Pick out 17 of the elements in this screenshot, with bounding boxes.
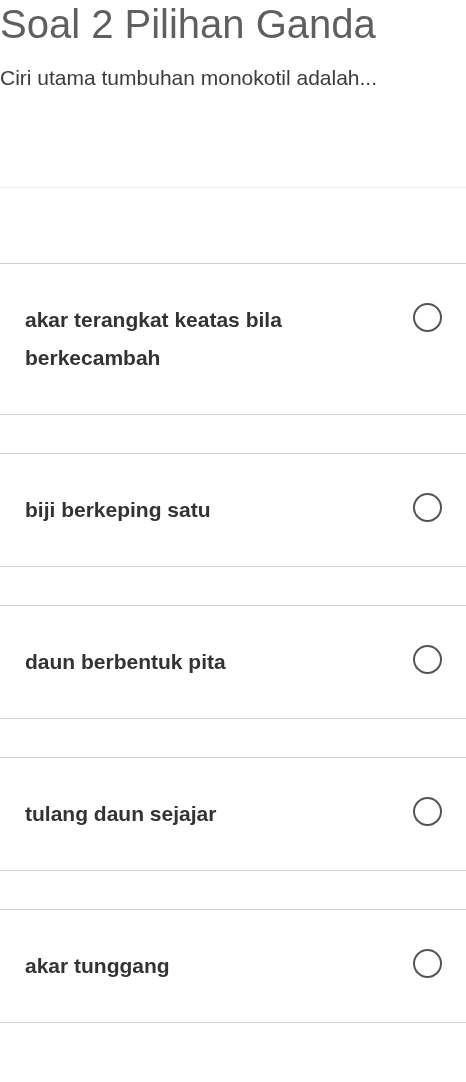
option-text: biji berkeping satu: [25, 497, 212, 523]
option-text: tulang daun sejajar: [25, 801, 218, 827]
answer-option[interactable]: daun berbentuk pita: [0, 605, 466, 719]
option-text: akar tunggang: [25, 953, 171, 979]
option-text: daun berbentuk pita: [25, 649, 227, 675]
answer-option[interactable]: biji berkeping satu: [0, 453, 466, 567]
radio-button[interactable]: [413, 493, 442, 522]
answer-option[interactable]: akar tunggang: [0, 909, 466, 1023]
radio-button[interactable]: [413, 645, 442, 674]
radio-button[interactable]: [413, 303, 442, 332]
option-text: akar terangkat keatas bila berkecambah: [25, 307, 283, 371]
radio-button[interactable]: [413, 797, 442, 826]
answer-option[interactable]: akar terangkat keatas bila berkecambah: [0, 263, 466, 415]
answer-option[interactable]: tulang daun sejajar: [0, 757, 466, 871]
question-text: Ciri utama tumbuhan monokotil adalah...: [0, 65, 379, 91]
page-title: Soal 2 Pilihan Ganda: [0, 1, 377, 48]
radio-button[interactable]: [413, 949, 442, 978]
